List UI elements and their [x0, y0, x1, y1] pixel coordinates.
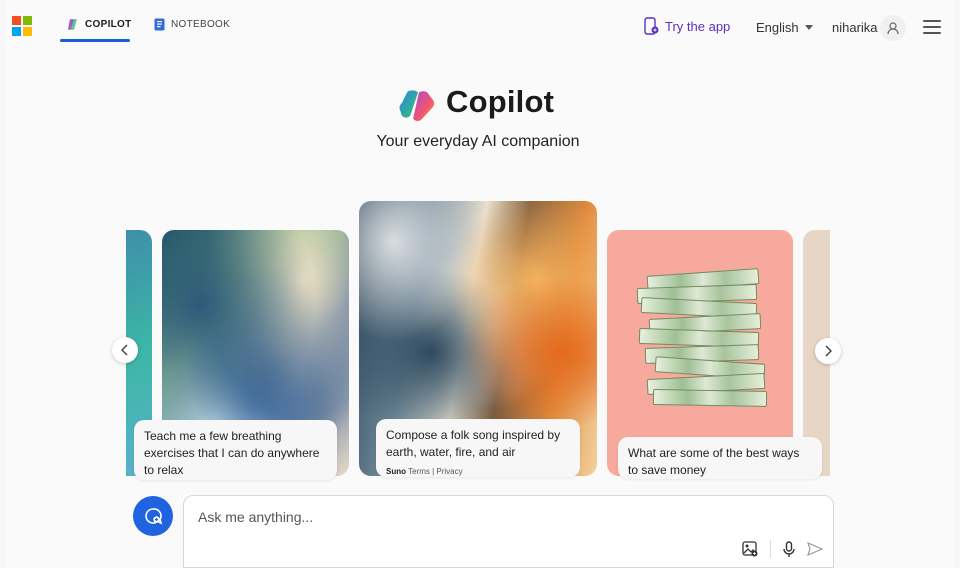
card-meta-brand: Suno	[386, 467, 406, 476]
phone-app-icon	[644, 17, 659, 35]
carousel-next-button[interactable]	[815, 338, 841, 364]
username[interactable]: niharika	[832, 20, 878, 35]
copilot-icon	[67, 18, 78, 30]
mic-icon[interactable]	[783, 540, 795, 558]
tab-copilot-label: COPILOT	[85, 18, 132, 30]
chat-input-box	[183, 495, 834, 568]
avatar[interactable]	[880, 15, 906, 41]
chat-tools	[742, 540, 823, 558]
language-label: English	[756, 20, 799, 35]
card-prompt-text: Compose a folk song inspired by earth, w…	[386, 428, 561, 459]
tab-notebook-label: NOTEBOOK	[171, 18, 231, 30]
top-bar: COPILOT NOTEBOOK Try the app English nih…	[0, 0, 960, 48]
hamburger-icon[interactable]	[923, 20, 941, 34]
card-meta-terms-link[interactable]: Terms	[408, 467, 430, 476]
chat-input[interactable]	[196, 508, 800, 526]
tab-notebook[interactable]: NOTEBOOK	[154, 17, 230, 31]
try-app-label: Try the app	[665, 18, 731, 34]
microsoft-logo[interactable]	[12, 16, 32, 36]
user-icon	[887, 21, 899, 34]
card-prompt-text: Teach me a few breathing exercises that …	[144, 429, 320, 477]
chevron-left-icon	[121, 344, 128, 356]
card-meta-separator: |	[432, 467, 435, 476]
copilot-logo	[399, 90, 435, 121]
notebook-icon	[154, 18, 165, 30]
image-icon[interactable]	[742, 541, 758, 557]
card-caption-folk-song[interactable]: Compose a folk song inspired by earth, w…	[376, 419, 580, 477]
tool-divider	[770, 540, 771, 558]
page-subtitle: Your everyday AI companion	[376, 133, 580, 150]
new-chat-button[interactable]	[133, 496, 173, 536]
active-tab-indicator	[60, 39, 130, 42]
try-app-link[interactable]: Try the app	[644, 17, 730, 35]
language-selector[interactable]: English	[756, 20, 813, 35]
page-title: Copilot	[446, 84, 555, 119]
money-stack-image	[636, 268, 768, 408]
new-chat-icon	[145, 508, 163, 525]
card-caption-save-money[interactable]: What are some of the best ways to save m…	[618, 437, 822, 479]
card-prompt-text: What are some of the best ways to save m…	[628, 446, 800, 477]
card-caption-breathing[interactable]: Teach me a few breathing exercises that …	[134, 420, 337, 480]
card-meta-privacy-link[interactable]: Privacy	[436, 467, 462, 476]
send-icon[interactable]	[807, 542, 823, 556]
chevron-right-icon	[825, 345, 832, 357]
tab-copilot[interactable]: COPILOT	[66, 17, 132, 31]
card-meta: Suno Terms | Privacy	[386, 463, 570, 480]
chevron-down-icon	[804, 25, 813, 30]
carousel-prev-button[interactable]	[112, 337, 138, 363]
